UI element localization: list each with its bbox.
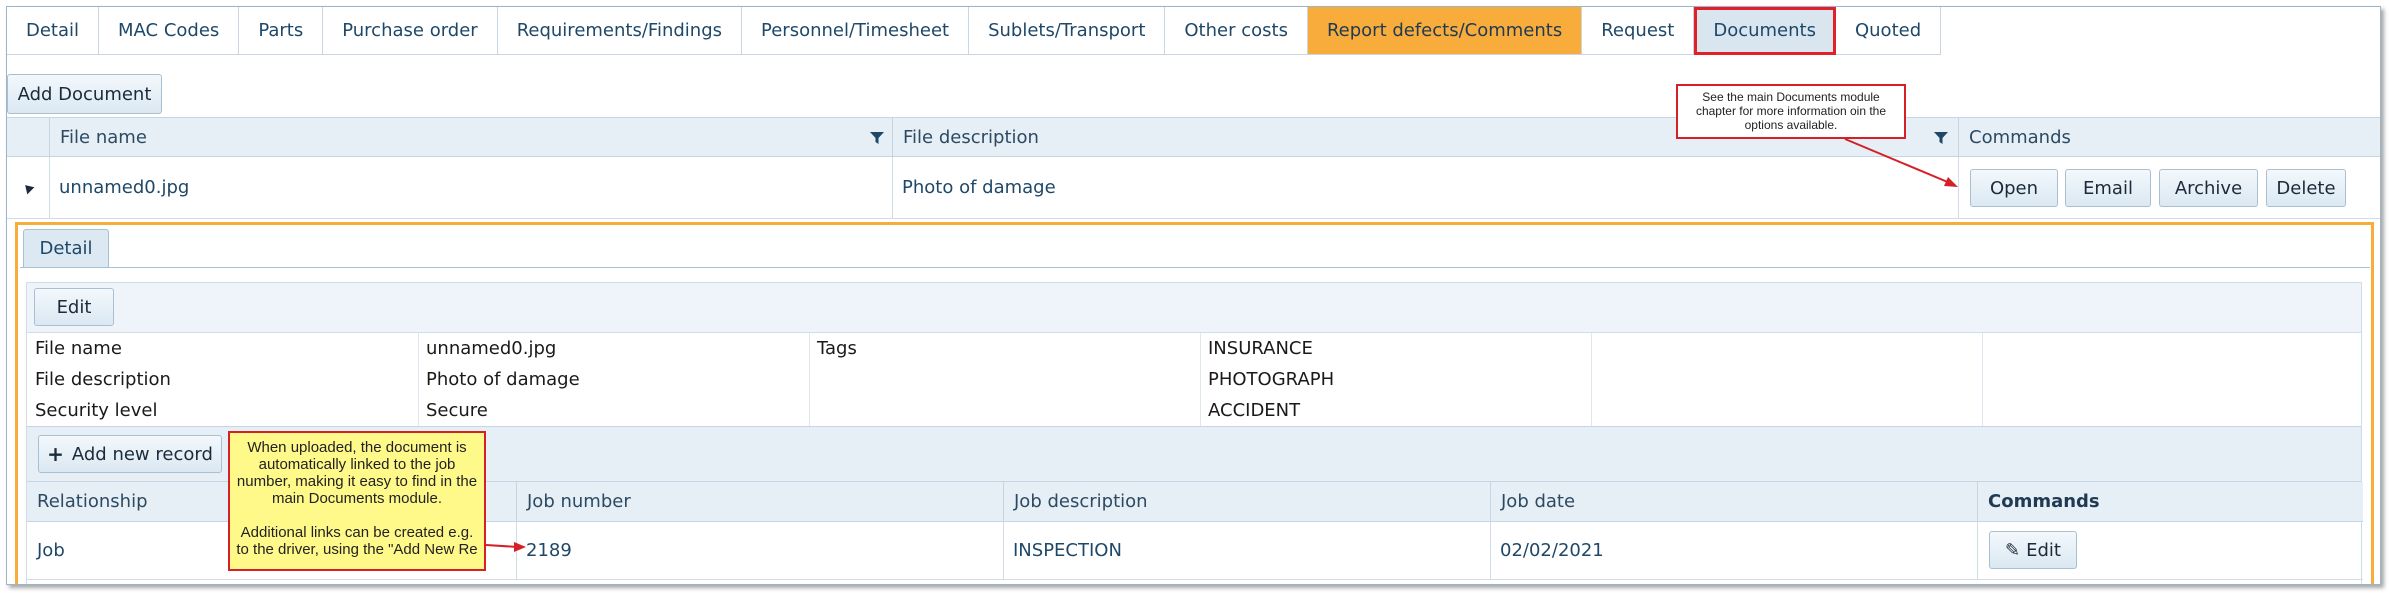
field-label-tags: Tags xyxy=(817,338,857,359)
tab-documents[interactable]: Documents xyxy=(1694,7,1836,55)
field-label-security-level: Security level xyxy=(35,400,158,421)
column-header-file-name[interactable]: File name xyxy=(49,118,892,156)
field-label-file-name: File name xyxy=(35,338,122,359)
field-label-file-description: File description xyxy=(35,369,171,390)
row-edit-button[interactable]: ✎ Edit xyxy=(1989,531,2077,569)
column-header-job-number[interactable]: Job number xyxy=(516,482,1003,521)
email-button[interactable]: Email xyxy=(2065,169,2151,207)
column-header-commands: Commands xyxy=(1958,118,2380,156)
column-header-commands: Commands xyxy=(1977,482,2363,521)
filter-icon[interactable] xyxy=(1933,130,1949,146)
detail-subtab[interactable]: Detail xyxy=(23,229,109,267)
tab-personnel-timesheet[interactable]: Personnel/Timesheet xyxy=(742,7,970,55)
file-description-cell: Photo of damage xyxy=(902,177,1056,198)
tab-sublets-transport[interactable]: Sublets/Transport xyxy=(969,7,1166,55)
delete-button[interactable]: Delete xyxy=(2266,169,2346,207)
job-number-cell: 2189 xyxy=(526,540,572,561)
add-document-button[interactable]: Add Document xyxy=(7,74,162,114)
column-header-file-description-label: File description xyxy=(903,126,1039,148)
field-value-file-name: unnamed0.jpg xyxy=(426,338,557,359)
plus-icon: + xyxy=(47,442,64,466)
upload-callout-text-2: Additional links can be created e.g. to … xyxy=(236,524,478,558)
upload-callout: When uploaded, the document is automatic… xyxy=(228,431,486,571)
file-name-cell: unnamed0.jpg xyxy=(59,177,190,198)
filter-icon[interactable] xyxy=(869,130,885,146)
tag-value: ACCIDENT xyxy=(1208,400,1301,421)
tab-requirements-findings[interactable]: Requirements/Findings xyxy=(497,7,742,55)
table-row[interactable]: unnamed0.jpg Photo of damage Open Email … xyxy=(7,157,2380,219)
archive-button[interactable]: Archive xyxy=(2159,169,2258,207)
tab-report-defects-comments[interactable]: Report defects/Comments xyxy=(1307,7,1583,55)
commands-callout: See the main Documents module chapter fo… xyxy=(1676,84,1906,139)
field-value-security-level: Secure xyxy=(426,400,488,421)
row-edit-label: Edit xyxy=(2026,539,2061,561)
open-button[interactable]: Open xyxy=(1970,169,2058,207)
tag-value: PHOTOGRAPH xyxy=(1208,369,1335,390)
tab-other-costs[interactable]: Other costs xyxy=(1165,7,1308,55)
edit-button[interactable]: Edit xyxy=(34,288,114,326)
add-new-record-label: Add new record xyxy=(71,443,213,465)
column-header-job-description[interactable]: Job description xyxy=(1003,482,1490,521)
field-value-file-description: Photo of damage xyxy=(426,369,580,390)
field-row: Security level Secure ACCIDENT xyxy=(27,395,2361,426)
pencil-icon: ✎ xyxy=(2005,539,2021,561)
field-row: File name unnamed0.jpg Tags INSURANCE xyxy=(27,333,2361,364)
job-description-cell: INSPECTION xyxy=(1013,540,1122,561)
column-header-file-name-label: File name xyxy=(60,126,147,148)
collapse-row-icon[interactable] xyxy=(21,181,35,195)
tab-strip: Detail MAC Codes Parts Purchase order Re… xyxy=(7,7,1942,55)
detail-toolbar: Edit xyxy=(27,283,2361,333)
documents-grid-header: File name File description Commands xyxy=(7,117,2380,157)
column-header-job-date[interactable]: Job date xyxy=(1490,482,1977,521)
tab-detail[interactable]: Detail xyxy=(7,7,100,55)
tag-value: INSURANCE xyxy=(1208,338,1313,359)
tab-request[interactable]: Request xyxy=(1582,7,1695,55)
expand-column-header xyxy=(7,118,49,156)
column-header-commands-label: Commands xyxy=(1969,126,2071,148)
add-new-record-button[interactable]: + Add new record xyxy=(38,435,222,473)
upload-callout-text-1: When uploaded, the document is automatic… xyxy=(236,439,478,507)
tab-parts[interactable]: Parts xyxy=(239,7,324,55)
field-row: File description Photo of damage PHOTOGR… xyxy=(27,364,2361,395)
tab-purchase-order[interactable]: Purchase order xyxy=(323,7,498,55)
tab-mac-codes[interactable]: MAC Codes xyxy=(99,7,240,55)
tab-quoted[interactable]: Quoted xyxy=(1835,7,1942,55)
job-date-cell: 02/02/2021 xyxy=(1500,540,1604,561)
